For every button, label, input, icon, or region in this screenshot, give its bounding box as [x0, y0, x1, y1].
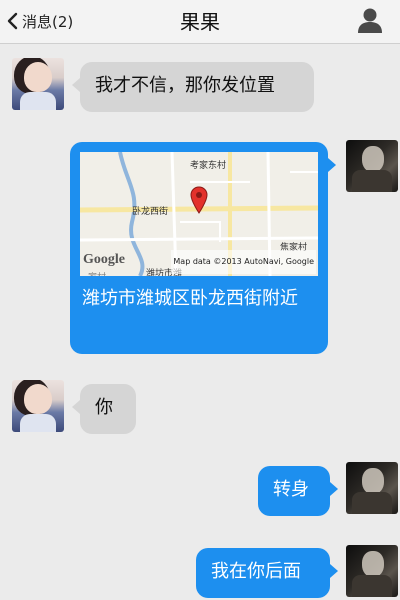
- message-text: 你: [95, 397, 113, 418]
- back-label: 消息(2): [22, 12, 74, 31]
- message-text: 转身: [273, 479, 309, 500]
- location-message[interactable]: 考家东村 卧龙西街 焦家村 潍坊市潍 家村 Google Map data ©2…: [70, 142, 336, 354]
- message-bubble[interactable]: 转身: [258, 466, 338, 516]
- map-label: 考家东村: [190, 161, 227, 171]
- message-bubble[interactable]: 你: [72, 384, 136, 434]
- location-address: 潍坊市潍城区卧龙西街附近: [82, 288, 298, 309]
- my-avatar[interactable]: [346, 140, 398, 192]
- map-copyright: Map data ©2013 AutoNavi, Google: [171, 250, 316, 274]
- my-avatar[interactable]: [346, 545, 398, 597]
- my-avatar[interactable]: [346, 462, 398, 514]
- map-pin-icon: [190, 186, 208, 214]
- chat-screen: 消息(2) 果果 我才不信，那你发位置 考家东村 卧龙西街 焦家村 潍坊市潍 G…: [0, 0, 400, 600]
- map-label: 卧龙西街: [132, 207, 169, 217]
- google-logo: Google: [83, 252, 125, 267]
- message-bubble[interactable]: 我才不信，那你发位置: [72, 62, 314, 112]
- message-bubble[interactable]: 我在你后面: [196, 548, 338, 598]
- back-button[interactable]: 消息(2): [6, 6, 73, 36]
- map-thumbnail[interactable]: 考家东村 卧龙西街 焦家村 潍坊市潍 家村 Google Map data ©2…: [80, 152, 318, 276]
- profile-button[interactable]: [356, 6, 384, 34]
- chevron-left-icon: [7, 12, 18, 30]
- chat-header: 消息(2) 果果: [0, 0, 400, 44]
- contact-avatar[interactable]: [12, 58, 64, 110]
- message-text: 我才不信，那你发位置: [95, 75, 275, 96]
- message-text: 我在你后面: [211, 561, 301, 582]
- person-icon: [358, 8, 382, 33]
- contact-avatar[interactable]: [12, 380, 64, 432]
